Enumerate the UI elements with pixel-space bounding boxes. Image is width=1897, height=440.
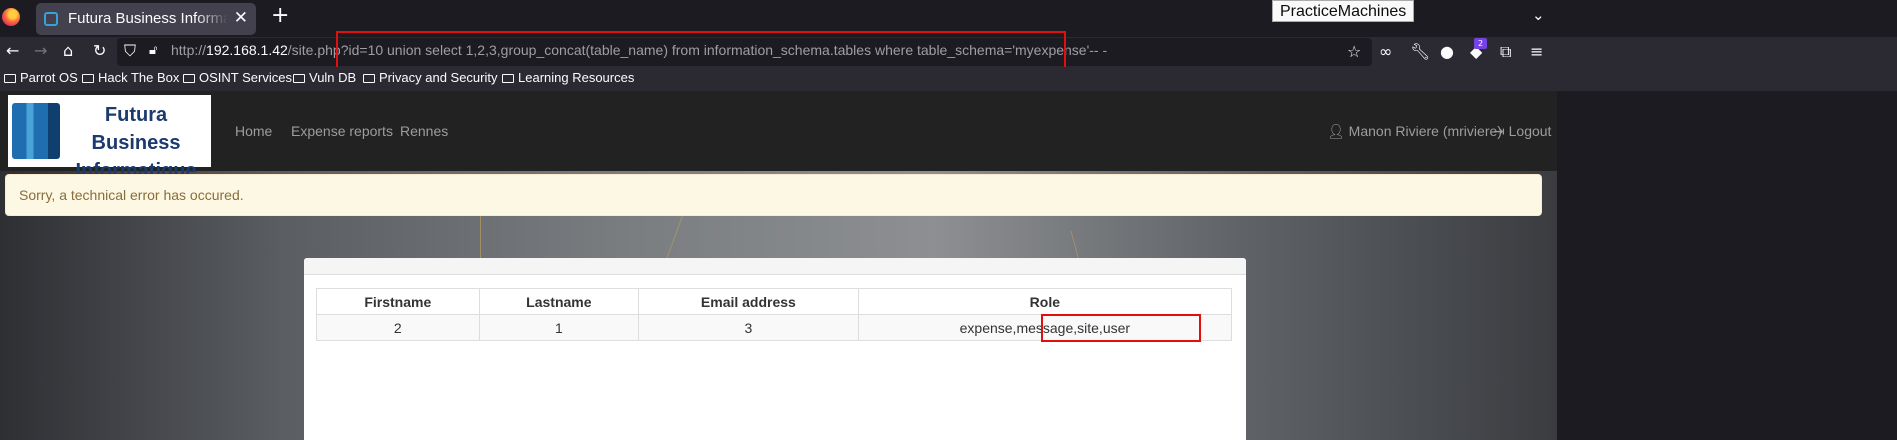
extensions-puzzle-icon[interactable]: ⧉ xyxy=(1500,42,1511,62)
new-tab-icon[interactable]: + xyxy=(271,3,289,28)
user-icon: 👤︎ xyxy=(1327,123,1349,139)
tab-title: Futura Business Informatique xyxy=(68,10,228,27)
site-navbar: Futura Business Informatique Home Expens… xyxy=(0,91,1557,182)
bookmark-privacy-and-security[interactable]: Privacy and Security xyxy=(363,70,498,85)
nav-user[interactable]: 👤︎ Manon Riviere (mriviere) xyxy=(1327,123,1502,140)
column-header: Lastname xyxy=(478,288,640,315)
site-logo[interactable]: Futura Business Informatique xyxy=(8,95,211,182)
close-tab-icon[interactable]: ✕ xyxy=(234,8,248,28)
users-panel: Firstname Lastname Email address Role 2 … xyxy=(304,258,1246,440)
reload-icon[interactable]: ↻ xyxy=(93,41,106,60)
nav-home[interactable]: Home xyxy=(235,123,272,139)
home-icon[interactable]: ⌂ xyxy=(63,41,73,60)
logout-icon: ⇥ xyxy=(1493,123,1509,139)
bookmark-hack-the-box[interactable]: Hack The Box xyxy=(82,70,179,85)
firefox-icon[interactable] xyxy=(2,8,20,26)
error-alert: Sorry, a technical error has occured. xyxy=(5,174,1542,216)
table-header-row: Firstname Lastname Email address Role xyxy=(316,288,1233,315)
table-cell: 1 xyxy=(478,314,640,341)
private-mask-icon[interactable]: ∞ xyxy=(1379,42,1392,61)
bookmark-star-icon[interactable]: ☆ xyxy=(1347,42,1361,61)
folder-icon xyxy=(363,74,375,83)
bookmark-osint-services[interactable]: OSINT Services xyxy=(183,70,292,85)
menu-icon[interactable]: ≡ xyxy=(1530,42,1543,61)
folder-icon xyxy=(4,74,16,83)
folder-icon xyxy=(183,74,195,83)
site-favicon-icon xyxy=(44,12,58,26)
column-header: Role xyxy=(857,288,1233,315)
active-tab[interactable]: Futura Business Informatique ✕ xyxy=(36,3,256,35)
tooltip: PracticeMachines xyxy=(1272,0,1415,22)
extension-badge: 2 xyxy=(1474,38,1487,49)
list-tabs-chevron-icon[interactable]: ⌄ xyxy=(1532,6,1545,24)
building-logo-icon xyxy=(12,103,60,159)
extension-cookie-icon[interactable]: ● xyxy=(1440,42,1454,61)
url-injection-highlight xyxy=(336,31,1066,70)
panel-heading xyxy=(304,258,1246,275)
web-page: Futura Business Informatique Home Expens… xyxy=(0,91,1557,440)
folder-icon xyxy=(293,74,305,83)
nav-expense-reports[interactable]: Expense reports xyxy=(291,123,393,139)
bookmark-parrot-os[interactable]: Parrot OS xyxy=(4,70,78,85)
bookmark-vuln-db[interactable]: Vuln DB xyxy=(293,70,356,85)
bookmark-learning-resources[interactable]: Learning Resources xyxy=(502,70,634,85)
nav-rennes[interactable]: Rennes xyxy=(400,123,448,139)
shield-icon[interactable]: ⛉ xyxy=(124,41,136,61)
role-result-highlight xyxy=(1041,314,1201,342)
logo-text: Futura Business Informatique xyxy=(75,104,197,182)
back-icon[interactable]: ← xyxy=(6,41,19,60)
empty-region xyxy=(1557,91,1897,440)
folder-icon xyxy=(82,74,94,83)
alert-text: Sorry, a technical error has occured. xyxy=(19,187,244,203)
column-header: Email address xyxy=(638,288,859,315)
nav-logout[interactable]: ⇥ Logout xyxy=(1493,123,1551,140)
url-prefix: http:// xyxy=(171,42,207,58)
forward-icon[interactable]: → xyxy=(34,41,47,60)
table-cell: 3 xyxy=(638,314,859,341)
url-host: 192.168.1.42 xyxy=(206,42,288,58)
column-header: Firstname xyxy=(316,288,480,315)
folder-icon xyxy=(502,74,514,83)
insecure-lock-icon[interactable]: 🔓︎ xyxy=(149,43,157,58)
wrench-icon[interactable]: 🔧︎ xyxy=(1410,42,1430,61)
table-cell: 2 xyxy=(316,314,480,341)
